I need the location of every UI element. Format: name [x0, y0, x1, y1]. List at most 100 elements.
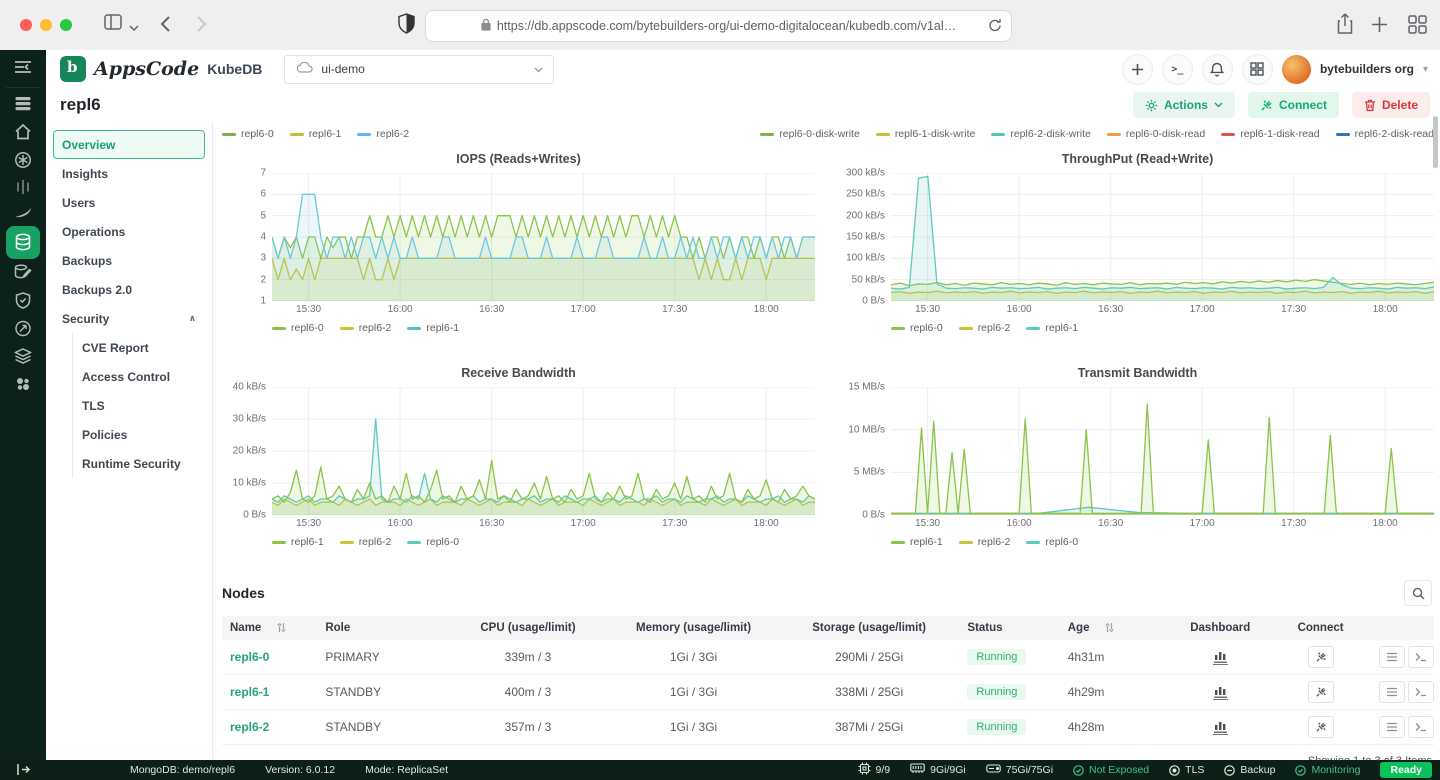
panel-expand-icon[interactable]: [16, 763, 30, 779]
check-circle-icon: [1073, 765, 1084, 776]
new-tab-icon[interactable]: [1371, 16, 1388, 38]
legend-item[interactable]: repl6-2: [340, 322, 392, 334]
sidebar-item-access-control[interactable]: Access Control: [73, 362, 212, 391]
avatar[interactable]: [1282, 55, 1311, 84]
delete-button[interactable]: Delete: [1352, 92, 1430, 118]
database-icon[interactable]: [14, 233, 32, 256]
cluster-selector[interactable]: ui-demo: [284, 55, 554, 84]
dashboard-link[interactable]: [1213, 684, 1228, 700]
sidebar-item-runtime-security[interactable]: Runtime Security: [73, 449, 212, 478]
tab-overview-icon[interactable]: [1408, 15, 1427, 39]
chevron-down-icon[interactable]: [129, 19, 139, 37]
legend-item[interactable]: repl6-1: [290, 128, 342, 140]
sidebar-item-security[interactable]: Security∧: [53, 304, 205, 333]
legend-item[interactable]: repl6-0: [891, 322, 943, 334]
sidebar-item-insights[interactable]: Insights: [53, 159, 205, 188]
flag-tls[interactable]: TLS: [1169, 764, 1204, 776]
flag-monitoring[interactable]: Monitoring: [1295, 764, 1360, 776]
legend-item[interactable]: repl6-2: [959, 536, 1011, 548]
terminal-button[interactable]: >_: [1162, 54, 1193, 85]
legend-item[interactable]: repl6-0: [222, 128, 274, 140]
legend-item[interactable]: repl6-1-disk-read: [1221, 128, 1319, 140]
scrollbar-thumb[interactable]: [1433, 116, 1438, 168]
forward-button[interactable]: [196, 15, 207, 38]
sidebar-item-tls[interactable]: TLS: [73, 391, 212, 420]
node-name-link[interactable]: repl6-1: [230, 685, 269, 699]
dashboard-link[interactable]: [1213, 719, 1228, 735]
minimize-window-button[interactable]: [40, 19, 52, 31]
node-terminal-button[interactable]: [1408, 716, 1434, 738]
legend-item[interactable]: repl6-0-disk-write: [760, 128, 860, 140]
sidebar-toggle-icon[interactable]: [103, 13, 123, 36]
node-connect-button[interactable]: [1308, 681, 1334, 703]
legend-item[interactable]: repl6-2-disk-write: [991, 128, 1091, 140]
sidebar-item-cve-report[interactable]: CVE Report: [73, 333, 212, 362]
database-edit-icon[interactable]: [14, 264, 32, 284]
sidebar-item-backups[interactable]: Backups: [53, 246, 205, 275]
actions-button[interactable]: Actions: [1133, 92, 1235, 118]
legend-item[interactable]: repl6-0-disk-read: [1107, 128, 1205, 140]
legend-item[interactable]: repl6-1: [1026, 322, 1078, 334]
legend-item[interactable]: repl6-1: [272, 536, 324, 548]
legend-item[interactable]: repl6-0: [1026, 536, 1078, 548]
node-logs-button[interactable]: [1379, 716, 1405, 738]
target-icon[interactable]: [15, 320, 32, 342]
sidebar-item-policies[interactable]: Policies: [73, 420, 212, 449]
add-button[interactable]: [1122, 54, 1153, 85]
legend-item[interactable]: repl6-2: [959, 322, 1011, 334]
legend-item[interactable]: repl6-2: [357, 128, 409, 140]
node-cpu: 357m / 3: [448, 710, 609, 745]
chevron-down-icon[interactable]: ▾: [1423, 64, 1428, 75]
menu-collapse-icon[interactable]: [14, 60, 32, 79]
swoosh-icon[interactable]: [14, 206, 32, 224]
legend-item[interactable]: repl6-2-disk-read: [1336, 128, 1434, 140]
search-button[interactable]: [1404, 580, 1432, 606]
layers-icon[interactable]: [15, 348, 32, 369]
dashboard-chart-icon: [1213, 684, 1228, 698]
column-header-name[interactable]: Name: [222, 616, 317, 640]
node-logs-button[interactable]: [1379, 646, 1405, 668]
legend-item[interactable]: repl6-2: [340, 536, 392, 548]
dashboard-link[interactable]: [1213, 649, 1228, 665]
icon-rail: [0, 50, 46, 760]
close-window-button[interactable]: [20, 19, 32, 31]
helm-icon[interactable]: [16, 179, 30, 200]
address-bar[interactable]: https://db.appscode.com/bytebuilders-org…: [425, 10, 1012, 42]
node-logs-button[interactable]: [1379, 681, 1405, 703]
reload-icon[interactable]: [988, 18, 1002, 36]
legend-item[interactable]: repl6-1: [891, 536, 943, 548]
privacy-shield-icon[interactable]: [398, 13, 415, 40]
sidebar-item-overview[interactable]: Overview: [53, 130, 205, 159]
node-name-link[interactable]: repl6-2: [230, 720, 269, 734]
node-connect-button[interactable]: [1308, 716, 1334, 738]
node-terminal-button[interactable]: [1408, 681, 1434, 703]
chart-plot: [891, 387, 1434, 515]
share-icon[interactable]: [1336, 13, 1354, 40]
apps-grid-icon[interactable]: [1242, 54, 1273, 85]
zoom-window-button[interactable]: [60, 19, 72, 31]
back-button[interactable]: [160, 15, 171, 38]
legend-item[interactable]: repl6-1-disk-write: [876, 128, 976, 140]
column-header-age[interactable]: Age: [1060, 616, 1170, 640]
notifications-bell-icon[interactable]: [1202, 54, 1233, 85]
kubernetes-icon[interactable]: [14, 151, 32, 174]
account-name[interactable]: bytebuilders org: [1320, 62, 1414, 76]
legend-item[interactable]: repl6-0: [272, 322, 324, 334]
appscode-logo[interactable]: [60, 56, 86, 82]
home-icon[interactable]: [15, 124, 32, 145]
flag-not-exposed[interactable]: Not Exposed: [1073, 764, 1149, 776]
status-bar: MongoDB: demo/repl6 Version: 6.0.12 Mode…: [0, 760, 1440, 780]
node-name-link[interactable]: repl6-0: [230, 650, 269, 664]
flag-backup[interactable]: Backup: [1224, 764, 1275, 776]
extension-icon[interactable]: [15, 376, 31, 397]
shield-icon[interactable]: [16, 292, 31, 314]
sidebar-item-operations[interactable]: Operations: [53, 217, 205, 246]
node-terminal-button[interactable]: [1408, 646, 1434, 668]
stack-icon[interactable]: [15, 96, 32, 116]
legend-item[interactable]: repl6-0: [407, 536, 459, 548]
connect-button[interactable]: Connect: [1248, 92, 1339, 118]
legend-item[interactable]: repl6-1: [407, 322, 459, 334]
node-connect-button[interactable]: [1308, 646, 1334, 668]
sidebar-item-backups-2-0[interactable]: Backups 2.0: [53, 275, 205, 304]
sidebar-item-users[interactable]: Users: [53, 188, 205, 217]
